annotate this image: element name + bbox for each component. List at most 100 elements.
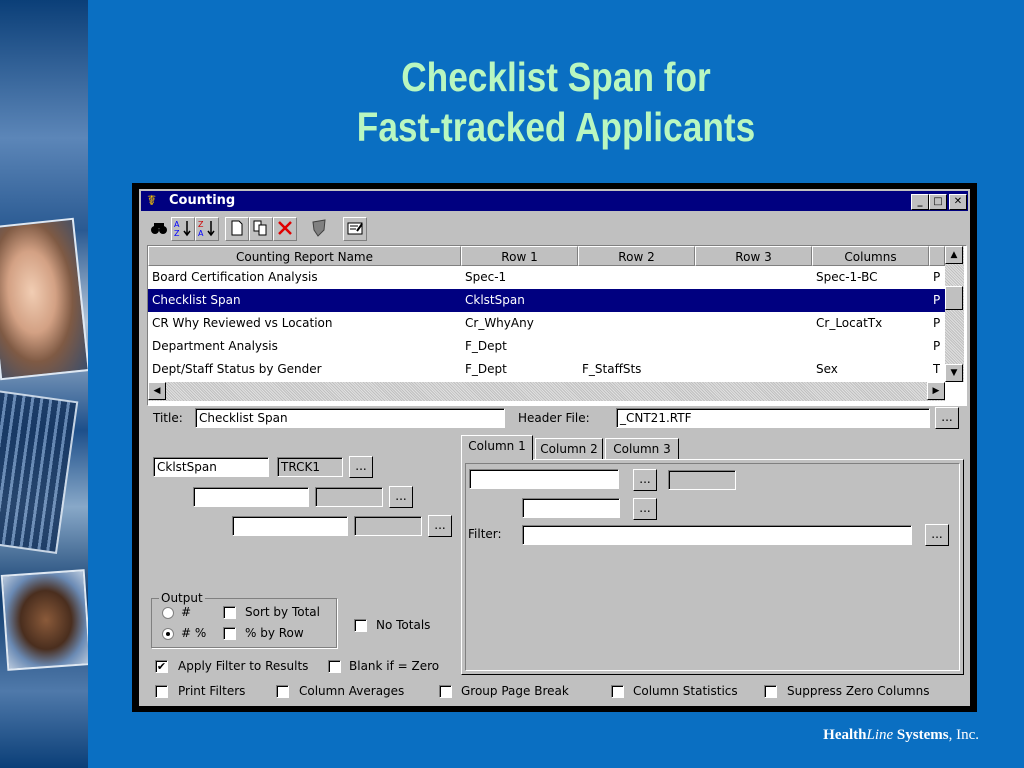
- find-binoculars-icon[interactable]: [147, 217, 171, 241]
- cell-extra: P: [933, 339, 941, 353]
- header-file-field[interactable]: _CNT21.RTF: [616, 408, 930, 428]
- sort-by-total-label: Sort by Total: [245, 605, 320, 619]
- report-grid: Counting Report Name Row 1 Row 2 Row 3 C…: [147, 245, 967, 406]
- blank-if-zero-checkbox[interactable]: [328, 660, 341, 673]
- delete-icon[interactable]: [273, 217, 297, 241]
- filter-field[interactable]: [522, 525, 912, 545]
- apply-filter-checkbox[interactable]: ✔: [155, 660, 168, 673]
- cell-row1: Spec-1: [465, 270, 507, 284]
- filter-browse-button[interactable]: ...: [925, 524, 949, 546]
- cell-extra: P: [933, 270, 941, 284]
- no-totals-checkbox[interactable]: [354, 619, 367, 632]
- column-averages-checkbox[interactable]: [276, 685, 289, 698]
- sort-za-icon[interactable]: ZA: [195, 217, 219, 241]
- table-row[interactable]: CR Why Reviewed vs Location Cr_WhyAny Cr…: [148, 312, 945, 335]
- title-field[interactable]: Checklist Span: [195, 408, 505, 428]
- tab-column-1[interactable]: Column 1: [461, 435, 533, 460]
- decorative-photo-strip: [0, 0, 88, 768]
- binary-data-photo: [0, 390, 79, 554]
- copy-document-icon[interactable]: [249, 217, 273, 241]
- column-field-2[interactable]: [522, 498, 620, 518]
- vertical-scrollbar[interactable]: ▲ ▼: [945, 246, 964, 382]
- svg-text:Z: Z: [174, 229, 180, 238]
- radio-count-pct[interactable]: [162, 628, 174, 640]
- tab-column-2[interactable]: Column 2: [535, 438, 603, 460]
- cell-extra: P: [933, 316, 941, 330]
- radio-count-pct-label: # %: [181, 626, 207, 640]
- horizontal-scrollbar[interactable]: ◀ ▶: [148, 382, 945, 401]
- footer-brand-line: Line: [866, 727, 894, 743]
- minimize-button[interactable]: _: [911, 194, 929, 210]
- column-tab-panel-inner: [465, 463, 960, 671]
- row2-browse-button[interactable]: ...: [389, 486, 413, 508]
- group-page-break-checkbox[interactable]: [439, 685, 452, 698]
- pct-by-row-checkbox[interactable]: [223, 627, 236, 640]
- col-header-extra[interactable]: [929, 246, 945, 266]
- scroll-down-icon[interactable]: ▼: [945, 364, 963, 382]
- column-averages-label: Column Averages: [299, 684, 405, 698]
- row1-field[interactable]: CklstSpan: [153, 457, 269, 477]
- group-page-break-label: Group Page Break: [461, 684, 569, 698]
- row3-code-field[interactable]: [354, 516, 422, 536]
- col-header-columns[interactable]: Columns: [812, 246, 929, 266]
- window-titlebar[interactable]: ☤ Counting _ □ ✕: [141, 191, 968, 211]
- new-document-icon[interactable]: [225, 217, 249, 241]
- cell-report-name: Dept/Staff Status by Gender: [152, 362, 322, 376]
- scroll-up-icon[interactable]: ▲: [945, 246, 963, 264]
- column-statistics-checkbox[interactable]: [611, 685, 624, 698]
- row1-browse-button[interactable]: ...: [349, 456, 373, 478]
- cell-row1: F_Dept: [465, 339, 507, 353]
- shield-icon[interactable]: [307, 217, 331, 241]
- cell-columns: Cr_LocatTx: [816, 316, 883, 330]
- col-header-row1[interactable]: Row 1: [461, 246, 578, 266]
- cell-report-name: Department Analysis: [152, 339, 278, 353]
- tab-column-3[interactable]: Column 3: [605, 438, 679, 460]
- cell-report-name: Checklist Span: [152, 293, 241, 307]
- sort-az-icon[interactable]: AZ: [171, 217, 195, 241]
- suppress-zero-columns-label: Suppress Zero Columns: [787, 684, 930, 698]
- column-code-field[interactable]: [668, 470, 736, 490]
- man-portrait-photo: [0, 569, 88, 671]
- table-row[interactable]: Dept/Staff Status by Gender F_Dept F_Sta…: [148, 358, 945, 382]
- report-settings-icon[interactable]: [343, 217, 367, 241]
- col-header-row2[interactable]: Row 2: [578, 246, 695, 266]
- table-row-selected[interactable]: Checklist Span CklstSpan P: [148, 289, 945, 312]
- row1-code-field[interactable]: TRCK1: [277, 457, 343, 477]
- blank-if-zero-label: Blank if = Zero: [349, 659, 440, 673]
- column-field-1[interactable]: [469, 469, 619, 489]
- table-row[interactable]: Department Analysis F_Dept P: [148, 335, 945, 358]
- radio-count[interactable]: [162, 607, 174, 619]
- pct-by-row-label: % by Row: [245, 626, 304, 640]
- row2-code-field[interactable]: [315, 487, 383, 507]
- company-footer: HealthLine Systems, Inc.: [823, 727, 979, 744]
- header-file-browse-button[interactable]: ...: [935, 407, 959, 429]
- counting-window: ☤ Counting _ □ ✕ AZ ZA Counting Report N…: [132, 183, 977, 712]
- scroll-left-icon[interactable]: ◀: [148, 382, 166, 400]
- print-filters-checkbox[interactable]: [155, 685, 168, 698]
- smiling-woman-photo: [0, 217, 88, 381]
- output-group-label: Output: [159, 591, 205, 605]
- maximize-button[interactable]: □: [929, 194, 947, 210]
- row2-field[interactable]: [193, 487, 309, 507]
- sort-by-total-checkbox[interactable]: [223, 606, 236, 619]
- col-header-report-name[interactable]: Counting Report Name: [148, 246, 461, 266]
- row3-browse-button[interactable]: ...: [428, 515, 452, 537]
- slide-title-line-1: Checklist Span for: [401, 54, 711, 100]
- header-file-label: Header File:: [518, 411, 590, 425]
- svg-text:A: A: [198, 229, 204, 238]
- scroll-thumb[interactable]: [945, 286, 963, 310]
- cell-extra: P: [933, 293, 941, 307]
- print-filters-label: Print Filters: [178, 684, 246, 698]
- cell-extra: T: [933, 362, 941, 376]
- close-button[interactable]: ✕: [949, 194, 967, 210]
- cell-row1: CklstSpan: [465, 293, 525, 307]
- suppress-zero-columns-checkbox[interactable]: [764, 685, 777, 698]
- table-row[interactable]: Board Certification Analysis Spec-1 Spec…: [148, 266, 945, 289]
- caduceus-icon: ☤: [147, 193, 157, 209]
- row3-field[interactable]: [232, 516, 348, 536]
- column-browse-button-2[interactable]: ...: [633, 498, 657, 520]
- cell-row1: F_Dept: [465, 362, 507, 376]
- scroll-right-icon[interactable]: ▶: [927, 382, 945, 400]
- col-header-row3[interactable]: Row 3: [695, 246, 812, 266]
- column-browse-button-1[interactable]: ...: [633, 469, 657, 491]
